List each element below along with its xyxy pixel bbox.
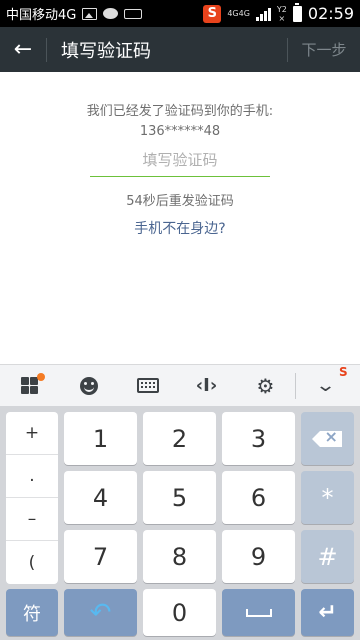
- numeric-keypad: + . – ( 1 2 3 4 5 6 * 7 8 9 # 符 ↶ 0 ↵: [0, 406, 360, 640]
- app-bar: ← 填写验证码 下一步: [0, 27, 360, 72]
- verification-code-input[interactable]: [90, 144, 270, 177]
- digit-key-3[interactable]: 3: [222, 412, 295, 465]
- settings-button[interactable]: ⚙: [236, 365, 295, 407]
- asterisk-key[interactable]: *: [301, 471, 354, 524]
- enter-icon: ↵: [318, 600, 337, 625]
- resend-countdown: 54秒后重发验证码: [126, 194, 234, 209]
- undo-icon: ↶: [89, 597, 112, 628]
- space-key[interactable]: [222, 589, 295, 636]
- collapse-icon: ⌄: [314, 375, 337, 396]
- digit-key-4[interactable]: 4: [64, 471, 137, 524]
- alt-network-indicator: Y2 ×: [276, 4, 287, 23]
- appbar-divider: [46, 37, 47, 62]
- menu-grid-icon: [21, 377, 38, 394]
- digit-key-7[interactable]: 7: [64, 530, 137, 583]
- digit-key-6[interactable]: 6: [222, 471, 295, 524]
- keyboard-toolbar: ‹I› ⚙ ⌄ S: [0, 364, 360, 406]
- masked-phone-number: 136******48: [139, 124, 221, 139]
- sent-code-message: 我们已经发了验证码到你的手机:: [86, 104, 274, 119]
- symbol-column: + . – (: [6, 412, 58, 584]
- delete-key[interactable]: [301, 412, 354, 465]
- cursor-icon: ‹I›: [195, 375, 218, 396]
- keyboard-switch-button[interactable]: [118, 365, 177, 407]
- page-title: 填写验证码: [61, 40, 151, 62]
- digit-key-1[interactable]: 1: [64, 412, 137, 465]
- sogou-icon: S: [203, 4, 222, 23]
- sogou-icon: S: [339, 364, 348, 379]
- digit-key-9[interactable]: 9: [222, 530, 295, 583]
- symbols-key[interactable]: 符: [6, 589, 58, 636]
- hash-key[interactable]: #: [301, 530, 354, 583]
- settings-icon: ⚙: [256, 373, 275, 398]
- menu-grid-button[interactable]: [0, 365, 59, 407]
- symbol-key-dash[interactable]: –: [6, 498, 58, 541]
- image-icon: [82, 7, 98, 20]
- keyboard-icon: [124, 8, 143, 19]
- emoji-button[interactable]: [59, 365, 118, 407]
- symbol-key-plus[interactable]: +: [6, 412, 58, 455]
- chat-icon: [103, 8, 119, 19]
- status-bar: 中国移动4G S 4G4G Y2 × 02:59: [0, 0, 360, 27]
- back-button[interactable]: ←: [0, 27, 46, 72]
- battery-icon: [292, 2, 302, 22]
- network-type: 4G4G: [227, 9, 250, 18]
- digit-key-5[interactable]: 5: [143, 471, 216, 524]
- carrier-name: 中国移动4G: [6, 8, 77, 23]
- cursor-move-button[interactable]: ‹I›: [177, 365, 236, 407]
- symbol-key-dot[interactable]: .: [6, 455, 58, 498]
- backspace-icon: [311, 427, 342, 447]
- clock: 02:59: [307, 4, 354, 23]
- back-arrow-icon: ←: [13, 37, 33, 62]
- digit-key-0[interactable]: 0: [143, 589, 216, 636]
- enter-key[interactable]: ↵: [301, 589, 354, 636]
- symbol-key-paren[interactable]: (: [6, 541, 58, 584]
- signal-icon: [255, 7, 271, 21]
- emoji-icon: [79, 376, 98, 395]
- space-icon: [245, 608, 272, 617]
- notification-dot: [37, 372, 45, 381]
- collapse-keyboard-button[interactable]: ⌄ S: [296, 365, 355, 407]
- keyboard-icon: [136, 378, 159, 393]
- next-step-button[interactable]: 下一步: [288, 39, 360, 60]
- digit-key-2[interactable]: 2: [143, 412, 216, 465]
- digit-key-8[interactable]: 8: [143, 530, 216, 583]
- verification-form: 我们已经发了验证码到你的手机: 136******48 54秒后重发验证码 手机…: [0, 72, 360, 364]
- phone-not-nearby-link[interactable]: 手机不在身边?: [0, 218, 360, 238]
- undo-key[interactable]: ↶: [64, 589, 137, 636]
